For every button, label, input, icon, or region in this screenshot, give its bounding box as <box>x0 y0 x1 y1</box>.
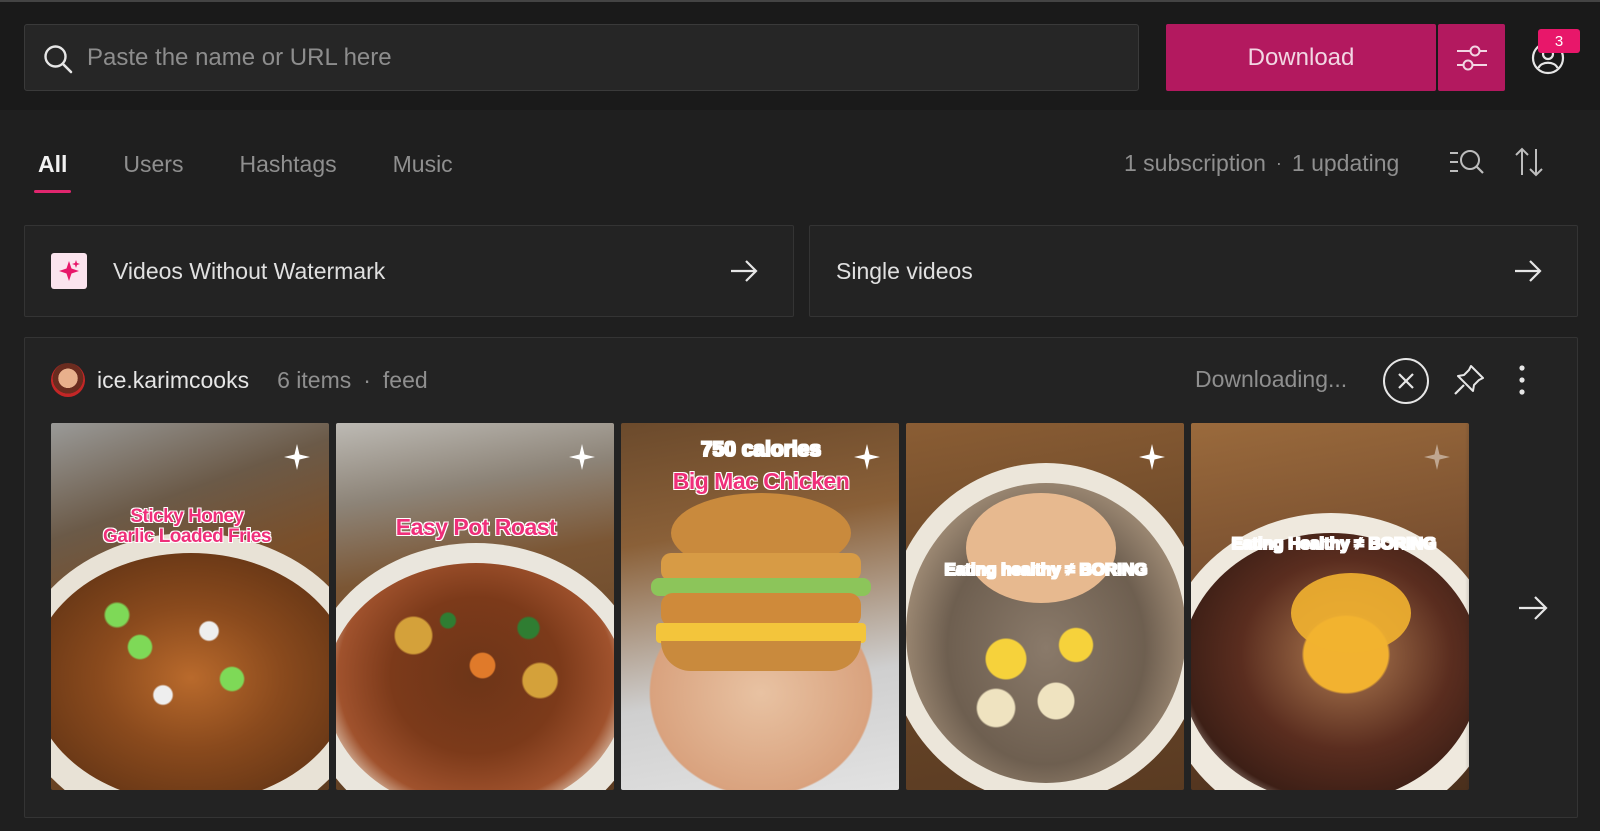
arrow-right-icon <box>1515 260 1542 282</box>
search-bar[interactable] <box>24 24 1139 91</box>
cancel-download-button[interactable] <box>1383 358 1429 404</box>
notification-badge[interactable]: 3 <box>1538 29 1580 53</box>
caption-line: Garlic Loaded Fries <box>103 525 271 547</box>
thumbnail-fade <box>1465 423 1495 790</box>
video-thumbnail[interactable]: Eating healthy ≠ BORING <box>906 423 1184 790</box>
video-thumbnail[interactable]: Easy Pot Roast <box>336 423 614 790</box>
feed-item-count: 6 items <box>277 366 352 393</box>
caption-line: Easy Pot Roast <box>395 514 557 540</box>
separator-dot: · <box>1275 153 1282 173</box>
separator-dot: · <box>363 366 371 393</box>
video-thumbnail[interactable]: Eating Healthy ≠ BORING <box>1191 423 1469 790</box>
sparkle-icon <box>51 253 87 289</box>
videos-without-watermark-card[interactable]: Videos Without Watermark <box>24 225 794 317</box>
tab-music[interactable]: Music <box>385 145 461 193</box>
caption-line: Sticky Honey <box>130 506 244 527</box>
close-icon <box>1398 373 1414 389</box>
search-input[interactable] <box>87 25 1127 90</box>
feed-panel: ice.karimcooks 6 items · feed Downloadin… <box>24 337 1578 818</box>
single-videos-card[interactable]: Single videos <box>809 225 1578 317</box>
sparkle-icon <box>854 444 880 470</box>
card-label: Videos Without Watermark <box>113 257 386 284</box>
subscription-status: 1 subscription · 1 updating <box>1124 150 1399 177</box>
video-thumbnail[interactable]: Sticky Honey Garlic Loaded Fries <box>51 423 329 790</box>
video-thumbnails: Sticky Honey Garlic Loaded Fries Easy Po… <box>51 423 1501 790</box>
sparkle-icon <box>284 444 310 470</box>
sparkle-icon <box>1139 444 1165 470</box>
download-button[interactable]: Download <box>1166 24 1436 91</box>
download-status: Downloading... <box>1195 366 1348 392</box>
thumbnail-caption: Easy Pot Roast <box>376 515 576 539</box>
search-filter-icon[interactable] <box>1448 147 1486 179</box>
tab-hashtags[interactable]: Hashtags <box>231 145 344 193</box>
thumbnail-caption: Big Mac Chicken <box>672 468 850 494</box>
subscription-count: 1 subscription <box>1124 150 1266 176</box>
feed-meta: 6 items · feed <box>277 367 428 394</box>
arrow-right-icon <box>731 260 758 282</box>
search-icon <box>44 45 73 74</box>
updating-count: 1 updating <box>1291 150 1400 176</box>
sparkle-icon <box>1424 444 1450 470</box>
avatar[interactable] <box>51 363 85 397</box>
tab-users[interactable]: Users <box>115 145 191 193</box>
video-thumbnail[interactable]: 750 calories Big Mac Chicken <box>621 423 899 790</box>
thumbnail-caption: Eating healthy ≠ BORING <box>944 560 1148 579</box>
feed-header: ice.karimcooks 6 items · feed <box>51 362 428 398</box>
feed-type: feed <box>382 366 428 393</box>
download-settings-button[interactable] <box>1438 24 1505 91</box>
top-bar: Download 3 <box>0 0 1600 110</box>
card-label: Single videos <box>836 257 973 284</box>
filter-tabs: All Users Hashtags Music <box>30 145 501 195</box>
thumbnail-caption-top: 750 calories <box>700 438 822 461</box>
feed-username[interactable]: ice.karimcooks <box>97 367 249 394</box>
thumbnail-caption: Eating Healthy ≠ BORING <box>1231 534 1437 553</box>
sparkle-icon <box>569 444 595 470</box>
pin-icon[interactable] <box>1451 362 1487 398</box>
tab-all[interactable]: All <box>30 145 75 193</box>
thumbnail-caption: Sticky Honey Garlic Loaded Fries <box>97 507 277 547</box>
sliders-icon <box>1456 45 1487 70</box>
more-options-icon[interactable] <box>1515 362 1529 398</box>
arrow-right-icon[interactable] <box>1517 594 1549 622</box>
sort-icon[interactable] <box>1512 145 1546 179</box>
